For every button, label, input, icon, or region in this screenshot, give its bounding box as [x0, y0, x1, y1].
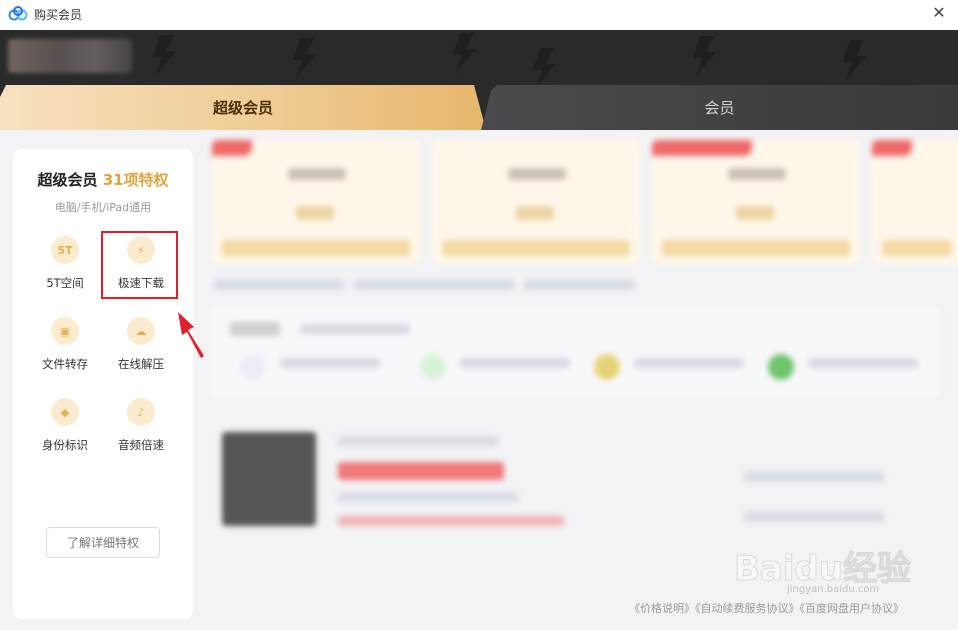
lightning-pattern-background — [153, 33, 866, 88]
user-agreement-link[interactable]: 《百度网盘用户协议》 — [800, 602, 905, 615]
package-card[interactable] — [652, 140, 860, 264]
user-avatar-blurred — [8, 39, 132, 73]
diamond-badge-icon: ◆ — [51, 398, 79, 426]
privilege-label: 在线解压 — [118, 357, 164, 371]
highlight-annotation-box — [101, 231, 178, 299]
card-title-accent: 31项特权 — [102, 171, 169, 189]
file-transfer-icon: ▣ — [51, 317, 79, 345]
privilege-file-transfer[interactable]: ▣ 文件转存 — [30, 317, 100, 372]
auto-renew-agreement-link[interactable]: 《自动续费服务协议》 — [695, 602, 800, 615]
privilege-online-unzip[interactable]: ☁ 在线解压 — [106, 317, 176, 372]
privilege-label: 文件转存 — [42, 357, 88, 371]
title-bar: 购买会员 ✕ — [0, 0, 958, 30]
tab-member-label: 会员 — [704, 99, 735, 117]
package-card[interactable] — [872, 140, 958, 264]
card-title-main: 超级会员 — [37, 171, 98, 189]
footer-agreements: 《价格说明》《自动续费服务协议》《百度网盘用户协议》 — [629, 600, 904, 616]
window-title: 购买会员 — [34, 8, 83, 22]
privileges-card: 超级会员 31项特权 电脑/手机/iPad通用 5T 5T空间 ⚡ 极速下载 ▣… — [13, 149, 193, 619]
price-note-link[interactable]: 《价格说明》 — [629, 602, 695, 615]
tab-super-member-label: 超级会员 — [212, 99, 273, 117]
package-card[interactable] — [432, 140, 640, 264]
storage-5t-icon: 5T — [51, 236, 79, 264]
privilege-label: 身份标识 — [42, 438, 88, 452]
payment-qr-code-blurred — [222, 432, 316, 526]
svg-text:Baidu经验: Baidu经验 — [734, 549, 911, 588]
privilege-label: 音频倍速 — [118, 438, 164, 452]
baidu-jingyan-watermark: Baidu经验 — [734, 549, 912, 589]
red-annotation-arrow — [178, 312, 204, 358]
watermark-url: jingyan.baidu.com — [787, 584, 880, 595]
close-button[interactable]: ✕ — [926, 0, 952, 24]
cloud-unzip-icon: ☁ — [127, 317, 155, 345]
audio-speed-icon: ♪ — [127, 398, 155, 426]
tab-super-member[interactable]: 超级会员 — [0, 85, 486, 130]
privilege-label: 5T空间 — [46, 276, 84, 290]
blurred-purchase-panel — [204, 136, 958, 606]
package-card[interactable] — [212, 140, 420, 264]
privilege-audio-speed[interactable]: ♪ 音频倍速 — [106, 398, 176, 453]
card-title: 超级会员 31项特权 — [13, 169, 193, 190]
learn-more-privileges-button[interactable]: 了解详细特权 — [46, 527, 160, 558]
blurred-feature-row — [210, 306, 940, 398]
tab-member[interactable]: 会员 — [481, 85, 958, 130]
privilege-identity-badge[interactable]: ◆ 身份标识 — [30, 398, 100, 453]
close-icon: ✕ — [932, 2, 946, 22]
baidu-netdisk-logo-icon — [8, 6, 28, 21]
card-subtitle: 电脑/手机/iPad通用 — [54, 201, 152, 214]
privilege-5t-space[interactable]: 5T 5T空间 — [30, 236, 100, 291]
